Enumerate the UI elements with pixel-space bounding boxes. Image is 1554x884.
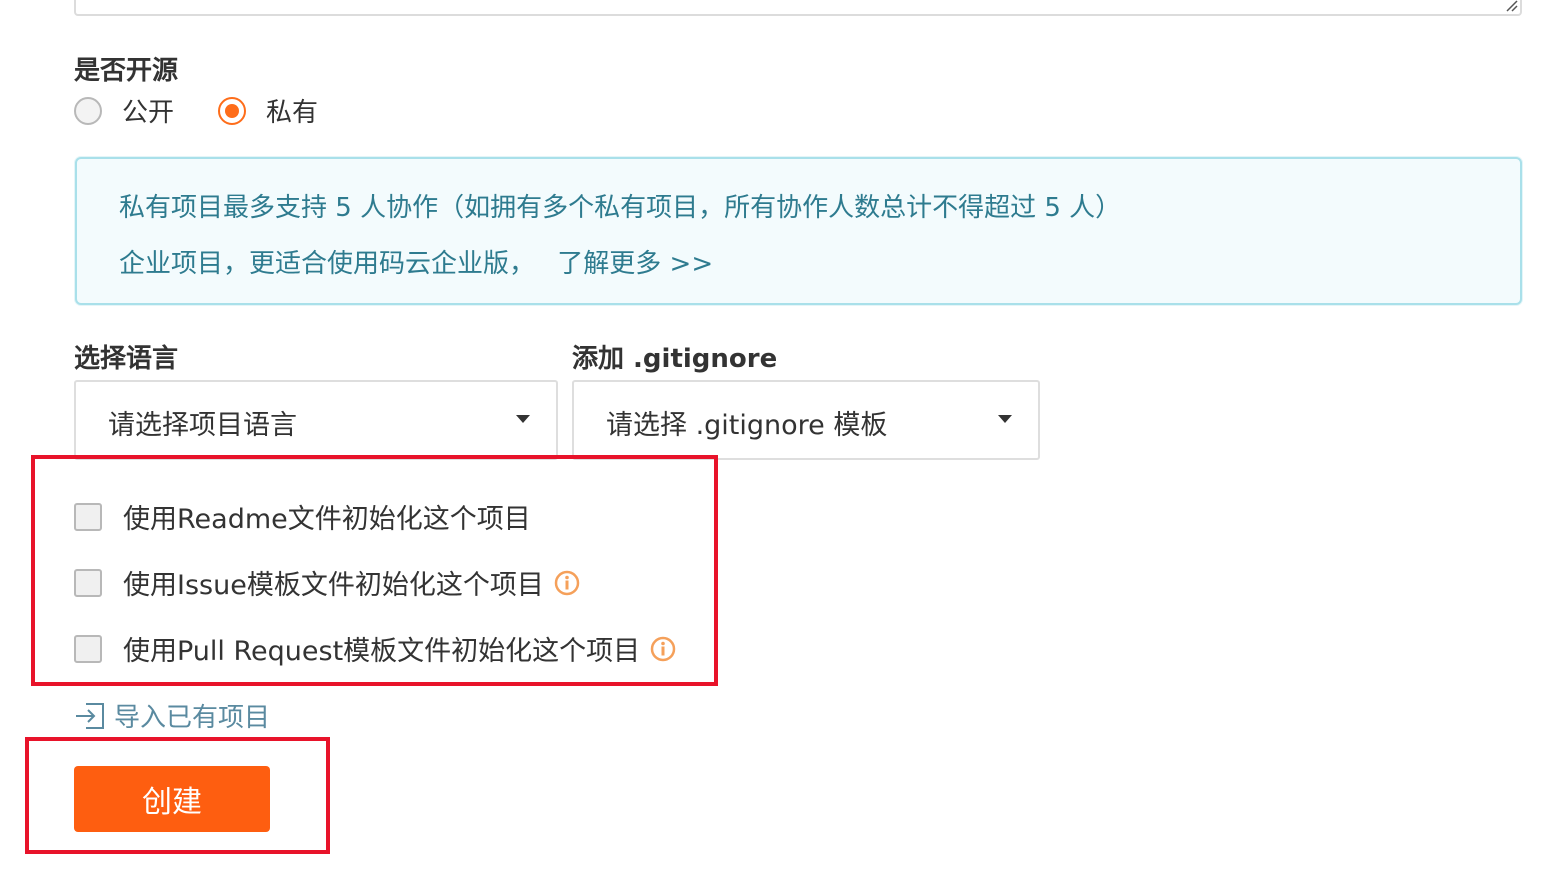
gitignore-label: 添加 .gitignore	[572, 344, 778, 374]
radio-public[interactable]: 公开	[74, 92, 174, 129]
visibility-radio-group: 公开 私有	[74, 92, 362, 129]
radio-private-label: 私有	[266, 98, 319, 128]
radio-dot	[225, 103, 240, 118]
import-project-link[interactable]: 导入已有项目	[74, 697, 270, 734]
description-textarea[interactable]	[74, 0, 1522, 16]
language-select-value: 请选择项目语言	[108, 410, 297, 441]
radio-public-label: 公开	[122, 98, 175, 128]
gitignore-select[interactable]: 请选择 .gitignore 模板	[572, 380, 1040, 460]
caret-down-icon	[516, 415, 530, 423]
visibility-label: 是否开源	[74, 56, 179, 86]
gitignore-select-value: 请选择 .gitignore 模板	[606, 410, 888, 441]
import-project-label: 导入已有项目	[114, 703, 271, 733]
language-label: 选择语言	[74, 344, 179, 374]
private-notice-box: 私有项目最多支持 5 人协作（如拥有多个私有项目，所有协作人数总计不得超过 5 …	[75, 157, 1522, 305]
resize-grip-icon[interactable]	[1504, 0, 1518, 12]
radio-checked-icon[interactable]	[218, 96, 247, 125]
import-icon	[76, 702, 104, 729]
notice-line-2-text: 企业项目，更适合使用码云企业版，	[119, 249, 536, 279]
radio-private[interactable]: 私有	[218, 92, 318, 129]
notice-line-1: 私有项目最多支持 5 人协作（如拥有多个私有项目，所有协作人数总计不得超过 5 …	[119, 193, 1122, 223]
create-button-highlight-annotation	[25, 737, 330, 854]
learn-more-link[interactable]: 了解更多 >>	[557, 249, 713, 279]
checkbox-highlight-annotation	[31, 455, 718, 686]
language-select[interactable]: 请选择项目语言	[74, 380, 558, 460]
radio-unchecked-icon[interactable]	[74, 96, 102, 125]
notice-line-2: 企业项目，更适合使用码云企业版， 了解更多 >>	[119, 243, 713, 280]
caret-down-icon	[998, 415, 1012, 423]
